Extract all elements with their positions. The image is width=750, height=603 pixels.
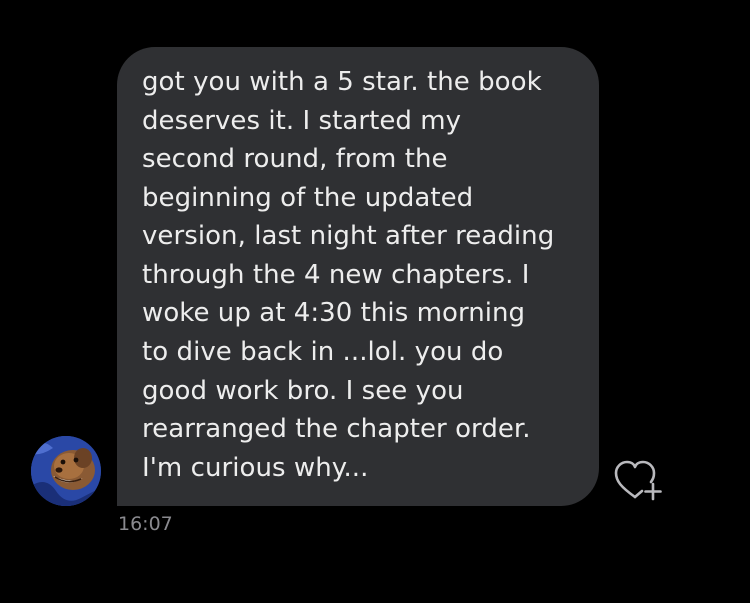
heart-plus-icon — [614, 460, 662, 501]
message-timestamp: 16:07 — [118, 513, 173, 535]
message-line: good work bro. I see you — [142, 376, 464, 406]
message-line: rearranged the chapter order. — [142, 414, 531, 444]
message-line: beginning of the updated — [142, 183, 474, 213]
message-line: I'm curious why... — [142, 453, 369, 483]
message-line: second round, from the — [142, 144, 448, 174]
avatar-image — [31, 436, 101, 506]
message-line: to dive back in ...lol. you do — [142, 337, 504, 367]
avatar[interactable] — [31, 436, 101, 506]
message-line: version, last night after reading — [142, 221, 555, 251]
message-line: woke up at 4:30 this morning — [142, 298, 526, 328]
message-line: deserves it. I started my — [142, 106, 462, 136]
message-line: through the 4 new chapters. I — [142, 260, 530, 290]
like-button[interactable] — [613, 459, 665, 503]
message-line: got you with a 5 star. the book — [142, 67, 542, 97]
